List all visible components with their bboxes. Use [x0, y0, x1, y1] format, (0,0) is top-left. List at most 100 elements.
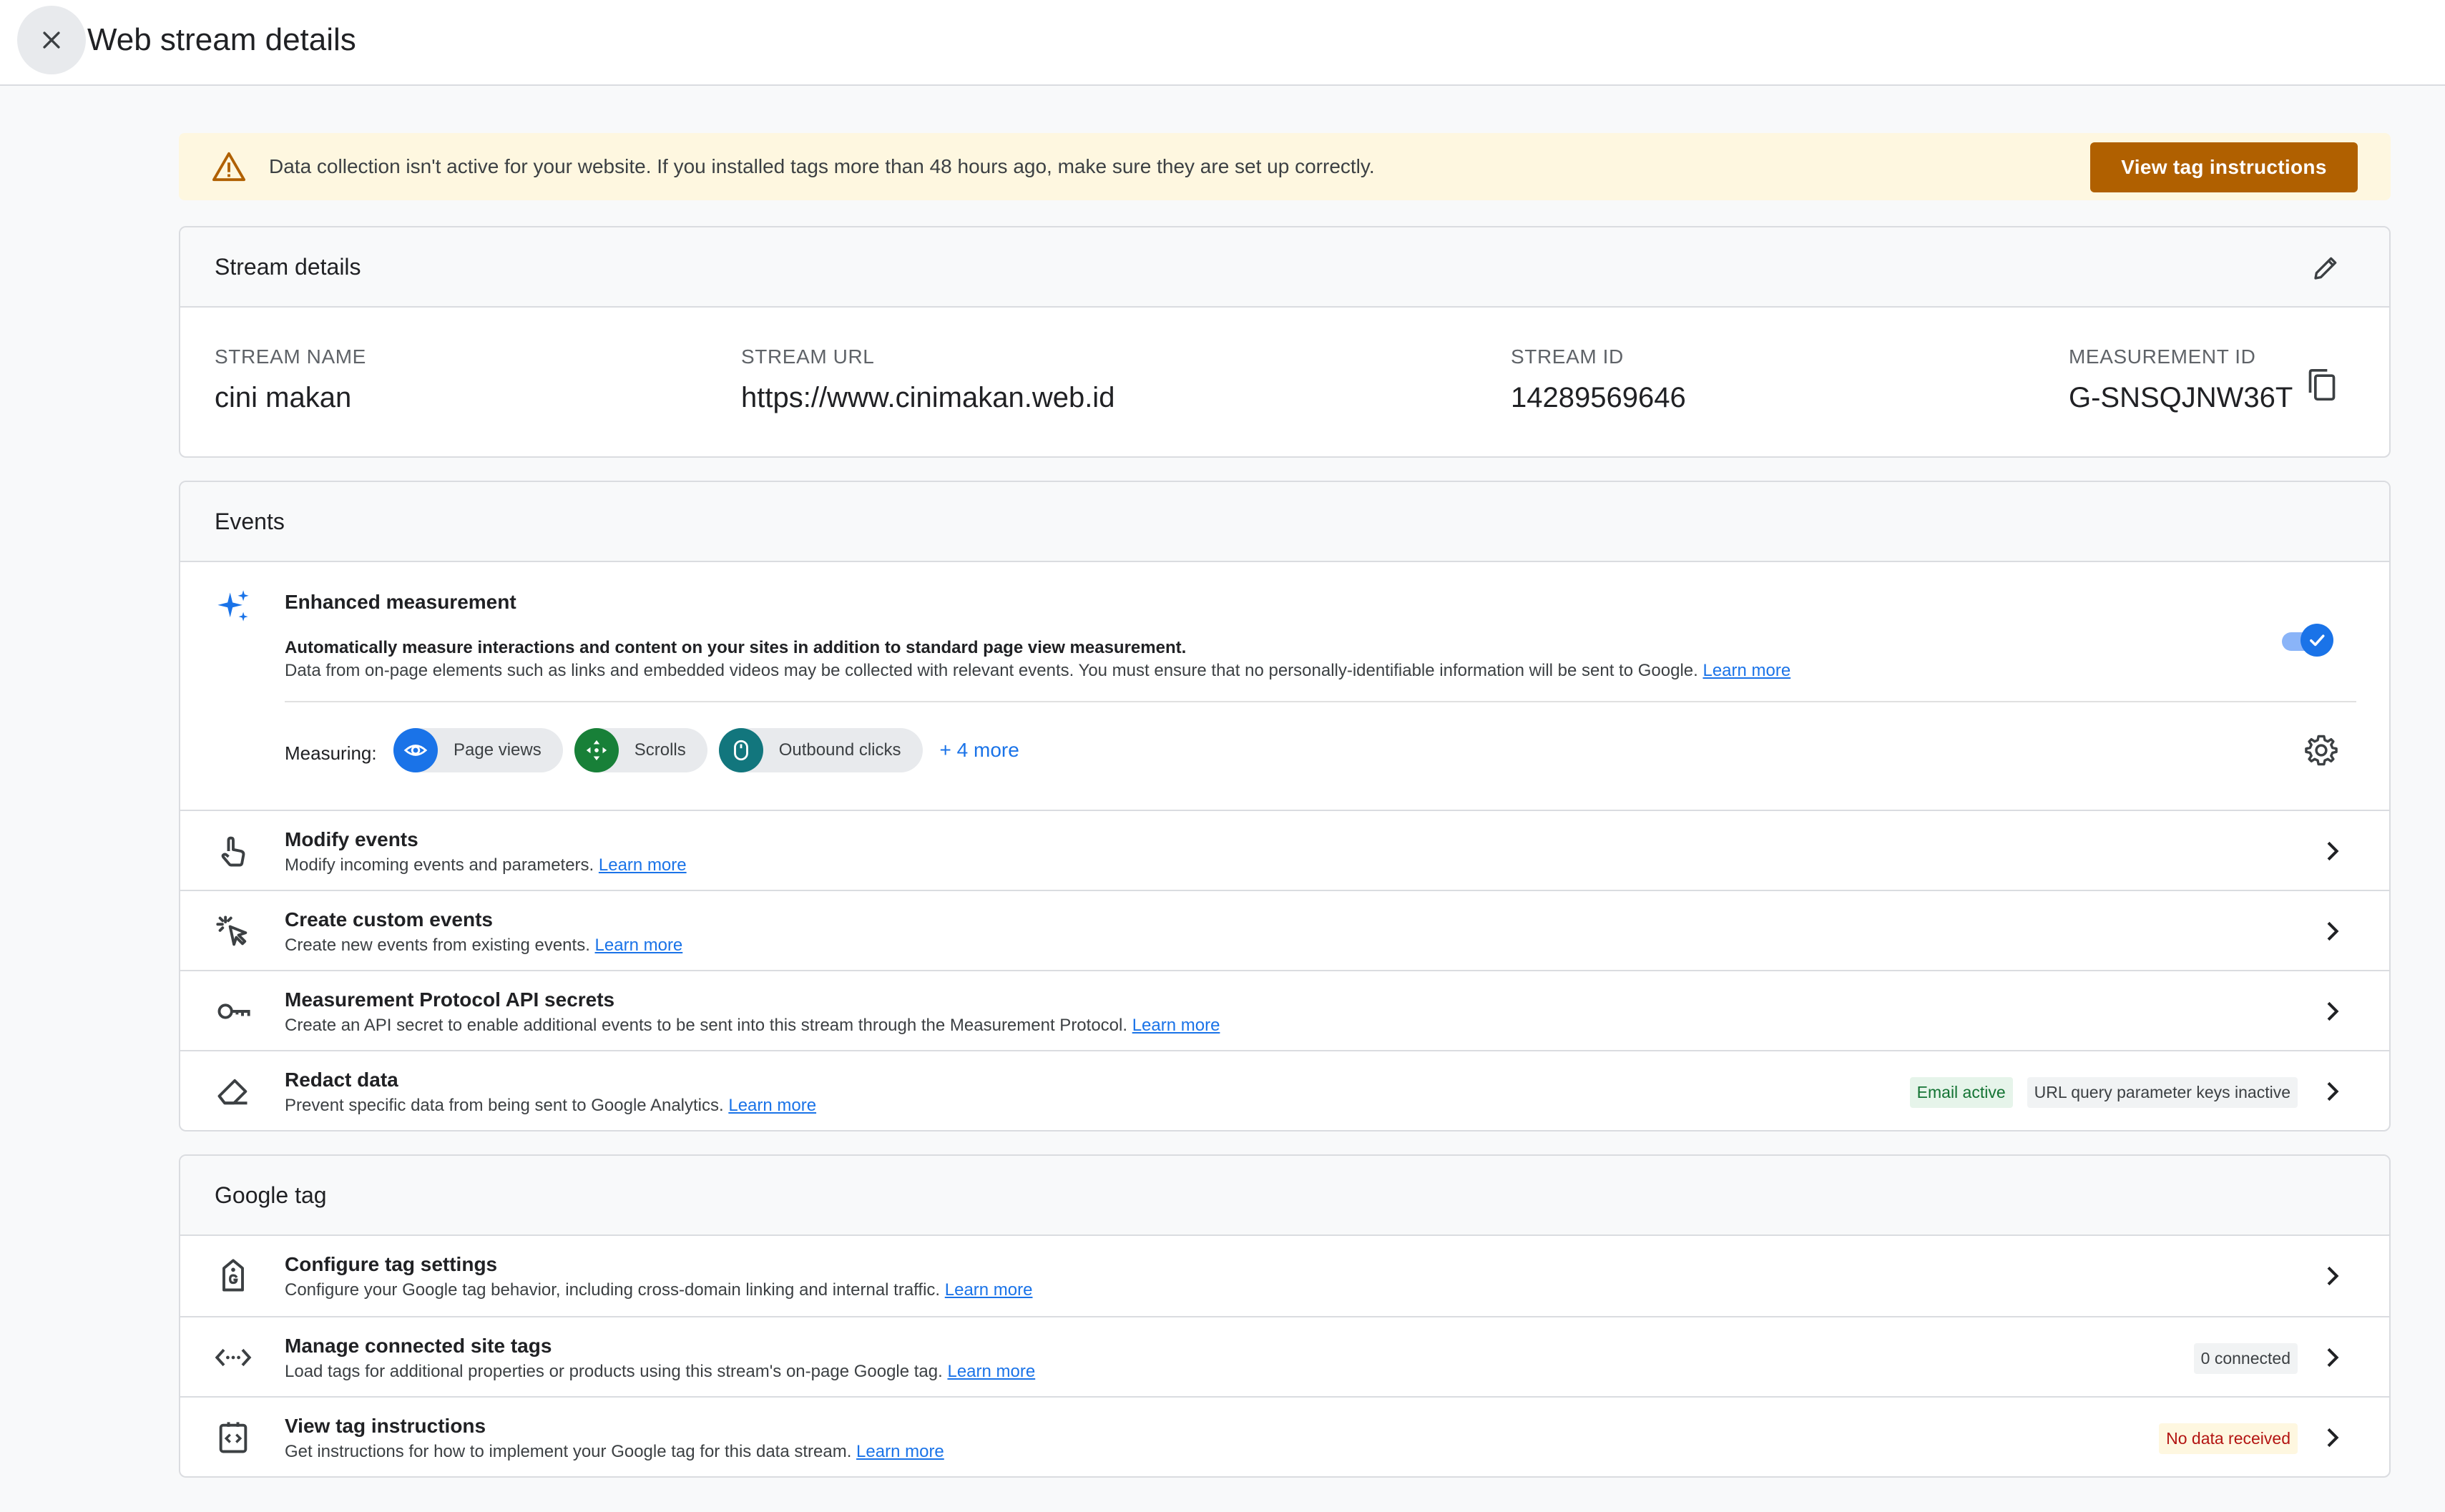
chevron-right-icon [2327, 1266, 2339, 1286]
learn-more-link[interactable]: Learn more [595, 936, 683, 955]
chip-label: Outbound clicks [778, 740, 901, 760]
row-description-text: Get instructions for how to implement yo… [285, 1442, 852, 1461]
connected-status: 0 connected [2193, 1343, 2298, 1374]
warning-icon [212, 152, 245, 182]
connected-count-badge: 0 connected [2193, 1343, 2298, 1374]
more-measurements-link[interactable]: + 4 more [940, 739, 1019, 762]
row-description-text: Load tags for additional properties or p… [285, 1362, 943, 1381]
key-icon [217, 1003, 250, 1019]
view-tag-instructions-row[interactable]: View tag instructions Get instructions f… [180, 1396, 2389, 1476]
edit-icon[interactable] [2312, 253, 2341, 282]
enhanced-measurement-note: Data from on-page elements such as links… [285, 661, 1790, 681]
row-description-text: Create an API secret to enable additiona… [285, 1016, 1128, 1035]
enhanced-measurement-toggle[interactable] [2282, 624, 2333, 657]
stream-url-value: https://www.cinimakan.web.id [741, 382, 1115, 413]
row-title: Configure tag settings [285, 1253, 498, 1275]
enhanced-measurement-title: Enhanced measurement [285, 591, 516, 613]
page-title: Web stream details [87, 22, 356, 57]
google-tag-title: Google tag [215, 1182, 327, 1208]
scroll-arrows-icon [586, 740, 607, 761]
measurement-protocol-row[interactable]: Measurement Protocol API secrets Create … [180, 970, 2389, 1050]
measuring-label: Measuring: [285, 742, 377, 764]
chevron-right-icon [2327, 1347, 2339, 1368]
stream-url-field: STREAM URL https://www.cinimakan.web.id [741, 345, 1114, 415]
row-title: Create custom events [285, 908, 494, 931]
chip-outbound-clicks[interactable]: Outbound clicks [718, 728, 923, 772]
row-description: Configure your Google tag behavior, incl… [285, 1280, 1032, 1300]
enhanced-measurement-section: Enhanced measurement Automatically measu… [180, 562, 2389, 810]
email-active-badge: Email active [1909, 1077, 2013, 1108]
row-title: Manage connected site tags [285, 1335, 552, 1357]
code-arrows-icon [215, 1348, 252, 1367]
measurement-id-value: G-SNSQJNW36T [2069, 382, 2293, 413]
stream-name-value: cini makan [215, 382, 352, 413]
tag-icon [222, 1259, 244, 1292]
view-tag-instructions-button[interactable]: View tag instructions [2090, 142, 2358, 192]
touch-hand-icon [221, 836, 245, 867]
sparkle-click-icon [216, 915, 248, 946]
url-query-badge: URL query parameter keys inactive [2027, 1077, 2298, 1108]
close-button[interactable] [17, 6, 86, 74]
create-custom-events-row[interactable]: Create custom events Create new events f… [180, 890, 2389, 970]
redact-status-badges: Email active URL query parameter keys in… [1909, 1077, 2298, 1108]
events-header: Events [180, 482, 2389, 562]
stream-id-label: STREAM ID [1511, 345, 1624, 368]
row-description: Modify incoming events and parameters. L… [285, 855, 687, 875]
chevron-right-icon [2327, 921, 2339, 941]
manage-connected-site-tags-row[interactable]: Manage connected site tags Load tags for… [180, 1316, 2389, 1396]
learn-more-link[interactable]: Learn more [1702, 661, 1790, 680]
warning-banner: Data collection isn't active for your we… [179, 133, 2391, 200]
sparkle-icon [217, 590, 249, 622]
divider [285, 701, 2356, 702]
measurement-id-field: MEASUREMENT ID G-SNSQJNW36T [2069, 345, 2293, 415]
row-description-text: Configure your Google tag behavior, incl… [285, 1280, 941, 1300]
chip-scrolls[interactable]: Scrolls [574, 728, 707, 772]
measurement-id-label: MEASUREMENT ID [2069, 345, 2256, 368]
chevron-right-icon [2327, 1428, 2339, 1448]
main-content: Data collection isn't active for your we… [179, 133, 2391, 1478]
row-title: Modify events [285, 828, 418, 850]
data-status: No data received [2159, 1423, 2298, 1454]
row-description: Create an API secret to enable additiona… [285, 1016, 1220, 1036]
chevron-right-icon [2327, 1001, 2339, 1021]
google-tag-card: Google tag Configure tag settings Config… [179, 1154, 2391, 1478]
stream-details-header: Stream details [180, 227, 2389, 308]
gear-icon[interactable] [2305, 734, 2338, 767]
chip-icon-circle [393, 728, 438, 772]
events-title: Events [215, 508, 285, 534]
row-title: Measurement Protocol API secrets [285, 988, 615, 1011]
learn-more-link[interactable]: Learn more [599, 855, 687, 875]
copy-icon[interactable] [2306, 368, 2338, 402]
row-title: View tag instructions [285, 1415, 486, 1437]
row-description: Load tags for additional properties or p… [285, 1362, 1035, 1382]
chip-page-views[interactable]: Page views [393, 728, 563, 772]
row-description: Get instructions for how to implement yo… [285, 1442, 944, 1462]
chip-label: Scrolls [634, 740, 686, 760]
enhanced-measurement-description: Automatically measure interactions and c… [285, 638, 1187, 657]
no-data-received-badge: No data received [2159, 1423, 2298, 1454]
check-icon [2310, 634, 2325, 647]
mouse-icon [733, 740, 748, 761]
learn-more-link[interactable]: Learn more [728, 1096, 816, 1115]
code-box-icon [219, 1422, 248, 1453]
top-header: Web stream details [0, 0, 2445, 86]
chevron-right-icon [2327, 1081, 2339, 1101]
eraser-icon [217, 1079, 248, 1105]
learn-more-link[interactable]: Learn more [856, 1442, 944, 1461]
configure-tag-settings-row[interactable]: Configure tag settings Configure your Go… [180, 1236, 2389, 1316]
chevron-right-icon [2327, 841, 2339, 861]
redact-data-row[interactable]: Redact data Prevent specific data from b… [180, 1050, 2389, 1130]
modify-events-row[interactable]: Modify events Modify incoming events and… [180, 810, 2389, 890]
warning-text: Data collection isn't active for your we… [269, 155, 1375, 177]
row-title: Redact data [285, 1069, 398, 1091]
learn-more-link[interactable]: Learn more [945, 1280, 1033, 1300]
chip-label: Page views [454, 740, 542, 760]
toggle-knob [2301, 624, 2333, 657]
stream-id-field: STREAM ID 14289569646 [1511, 345, 1686, 415]
stream-details-title: Stream details [215, 253, 361, 280]
row-description-text: Prevent specific data from being sent to… [285, 1096, 724, 1115]
stream-name-label: STREAM NAME [215, 345, 366, 368]
learn-more-link[interactable]: Learn more [947, 1362, 1035, 1381]
learn-more-link[interactable]: Learn more [1132, 1016, 1220, 1035]
row-description-text: Modify incoming events and parameters. [285, 855, 594, 875]
